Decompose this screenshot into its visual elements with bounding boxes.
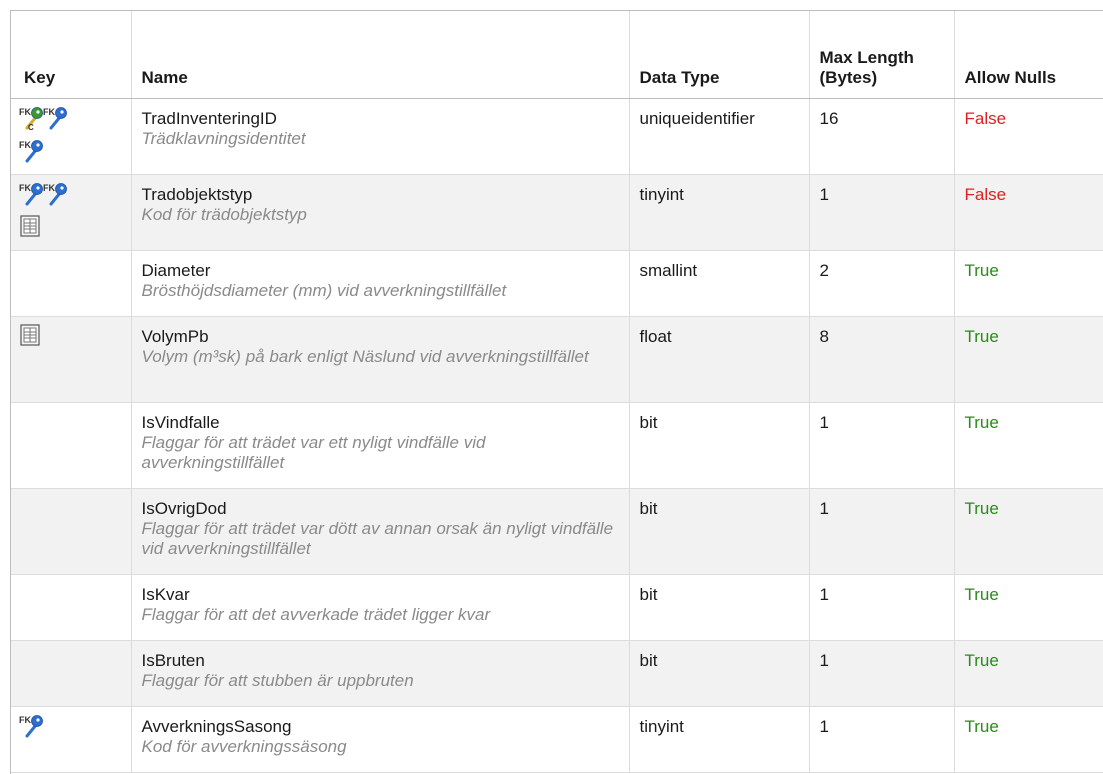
svg-text:FK: FK (19, 183, 31, 193)
fk-key-icon: FK (19, 713, 43, 744)
header-key: Key (11, 11, 132, 99)
column-description: Flaggar för att trädet var ett nyligt vi… (141, 433, 486, 472)
data-type-cell: bit (629, 488, 810, 575)
column-description: Flaggar för att trädet var dött av annan… (141, 519, 614, 558)
column-name: TradInventeringID (141, 109, 277, 128)
allow-nulls-cell: False (954, 174, 1103, 251)
column-description: Flaggar för att det avverkade trädet lig… (141, 605, 491, 624)
fk-key-icon: FK (19, 138, 43, 169)
key-cell (11, 402, 132, 489)
column-name: IsOvrigDod (141, 499, 227, 518)
name-cell: TradInventeringID Trädklavningsidentitet (131, 98, 630, 175)
data-type-cell: bit (629, 402, 810, 489)
max-length-cell: 1 (809, 574, 955, 641)
table-row: IsBruten Flaggar för att stubben är uppbr… (11, 640, 1103, 707)
name-cell: Tradobjektstyp Kod för trädobjektstyp (131, 174, 630, 251)
table-row: VolymPb Volym (m³sk) på bark enligt Näslu… (11, 316, 1103, 403)
name-cell: IsBruten Flaggar för att stubben är uppbr… (131, 640, 630, 707)
column-description: Kod för trädobjektstyp (141, 205, 307, 224)
data-type-cell: tinyint (629, 706, 810, 773)
data-type-cell: float (629, 316, 810, 403)
column-name: IsBruten (141, 651, 205, 670)
table-icon (19, 323, 41, 352)
allow-nulls-cell: False (954, 98, 1103, 175)
table-row: IsOvrigDod Flaggar för att trädet var döt… (11, 488, 1103, 575)
name-cell: IsOvrigDod Flaggar för att trädet var döt… (131, 488, 630, 575)
key-cell (11, 316, 132, 403)
table-row: FK AvverkningsSasong Kod för avverkningssä… (11, 706, 1103, 773)
column-description: Flaggar för att stubben är uppbruten (141, 671, 414, 690)
name-cell: AvverkningsSasong Kod för avverkningssäso… (131, 706, 630, 773)
key-cell: FK (11, 706, 132, 773)
table-icon (19, 214, 41, 243)
max-length-cell: 1 (809, 488, 955, 575)
allow-nulls-cell: True (954, 316, 1103, 403)
table-row: IsKvar Flaggar för att det avverkade träd… (11, 574, 1103, 641)
data-type-cell: bit (629, 574, 810, 641)
fk-key-icon: FK (43, 181, 67, 212)
key-cell (11, 640, 132, 707)
svg-text:FK: FK (43, 183, 55, 193)
header-allow-nulls: Allow Nulls (954, 11, 1103, 99)
max-length-cell: 8 (809, 316, 955, 403)
data-type-cell: tinyint (629, 174, 810, 251)
allow-nulls-cell: True (954, 574, 1103, 641)
pk-fk-key-icon: FK C (19, 105, 43, 136)
allow-nulls-cell: True (954, 706, 1103, 773)
header-data-type: Data Type (629, 11, 810, 99)
svg-text:FK: FK (19, 107, 31, 117)
max-length-cell: 16 (809, 98, 955, 175)
column-description: Kod för avverkningssäsong (141, 737, 347, 756)
column-name: Diameter (141, 261, 211, 280)
table-row: FK FK Tradobjektstyp Kod för trädobjektstyp… (11, 174, 1103, 251)
key-cell (11, 250, 132, 317)
name-cell: Diameter Brösthöjdsdiameter (mm) vid avve… (131, 250, 630, 317)
table-row: IsVindfalle Flaggar för att trädet var et… (11, 402, 1103, 489)
allow-nulls-cell: True (954, 640, 1103, 707)
table-row: FK C FK FK TradInventeringID Trädklavningside… (11, 98, 1103, 175)
column-name: VolymPb (141, 327, 209, 346)
svg-text:FK: FK (43, 107, 55, 117)
svg-text:FK: FK (19, 715, 31, 725)
svg-text:C: C (28, 123, 34, 131)
columns-table: Key Name Data Type Max Length (Bytes) Al… (11, 11, 1103, 773)
key-cell: FK FK (11, 174, 132, 251)
column-description: Brösthöjdsdiameter (mm) vid avverkningst… (141, 281, 507, 300)
name-cell: IsVindfalle Flaggar för att trädet var et… (131, 402, 630, 489)
max-length-cell: 1 (809, 640, 955, 707)
header-name: Name (131, 11, 630, 99)
header-row: Key Name Data Type Max Length (Bytes) Al… (11, 11, 1103, 99)
key-cell (11, 488, 132, 575)
name-cell: IsKvar Flaggar för att det avverkade träd… (131, 574, 630, 641)
allow-nulls-cell: True (954, 488, 1103, 575)
columns-table-frame: Key Name Data Type Max Length (Bytes) Al… (10, 10, 1103, 774)
max-length-cell: 1 (809, 402, 955, 489)
fk-key-icon: FK (19, 181, 43, 212)
column-description: Volym (m³sk) på bark enligt Näslund vid … (141, 347, 589, 366)
column-name: IsKvar (141, 585, 190, 604)
column-name: AvverkningsSasong (141, 717, 292, 736)
data-type-cell: smallint (629, 250, 810, 317)
max-length-cell: 1 (809, 706, 955, 773)
column-name: Tradobjektstyp (141, 185, 253, 204)
max-length-cell: 2 (809, 250, 955, 317)
table-row: Diameter Brösthöjdsdiameter (mm) vid avve… (11, 250, 1103, 317)
header-max-length: Max Length (Bytes) (809, 11, 955, 99)
svg-text:FK: FK (19, 140, 31, 150)
column-description: Trädklavningsidentitet (141, 129, 306, 148)
data-type-cell: uniqueidentifier (629, 98, 810, 175)
key-cell (11, 574, 132, 641)
allow-nulls-cell: True (954, 250, 1103, 317)
allow-nulls-cell: True (954, 402, 1103, 489)
fk-key-icon: FK (43, 105, 67, 136)
data-type-cell: bit (629, 640, 810, 707)
name-cell: VolymPb Volym (m³sk) på bark enligt Näslu… (131, 316, 630, 403)
max-length-cell: 1 (809, 174, 955, 251)
column-name: IsVindfalle (141, 413, 220, 432)
key-cell: FK C FK FK (11, 98, 132, 175)
